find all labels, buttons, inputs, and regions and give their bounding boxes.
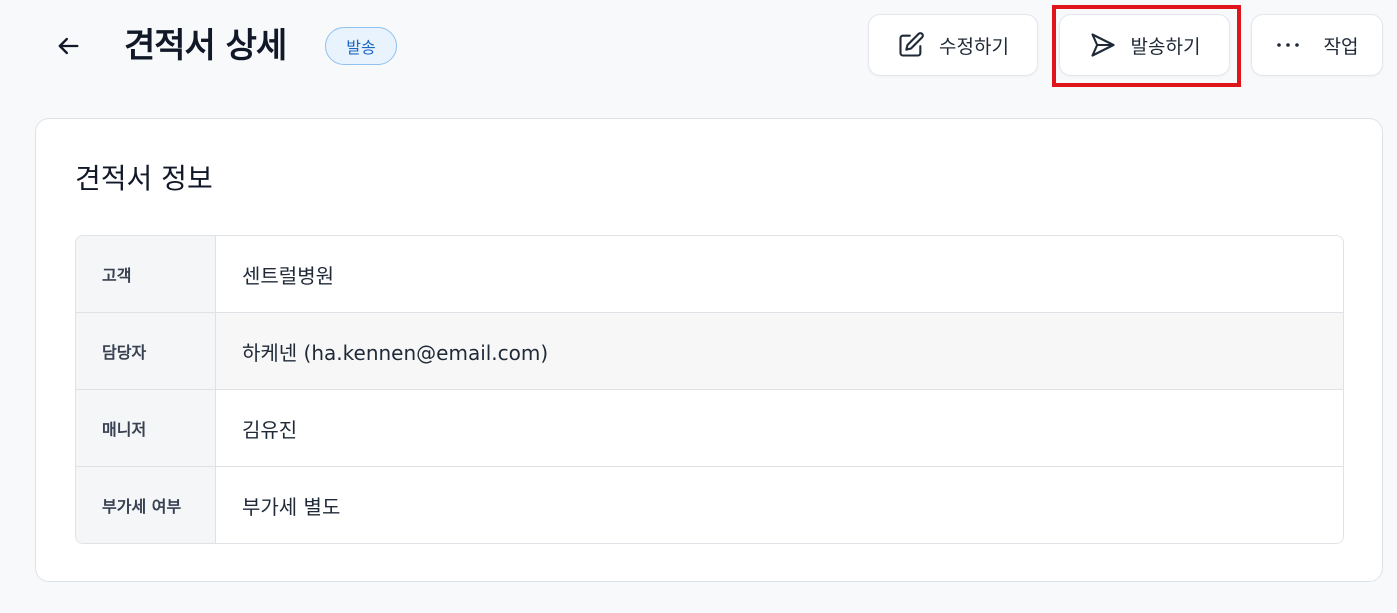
status-badge: 발송 bbox=[325, 27, 397, 65]
card-title: 견적서 정보 bbox=[75, 162, 213, 195]
arrow-left-icon bbox=[58, 37, 79, 55]
send-button-label: 발송하기 bbox=[1130, 35, 1201, 58]
row-value: 하케넨 (ha.kennen@email.com) bbox=[216, 313, 1343, 389]
pencil-icon bbox=[899, 32, 924, 57]
actions-button[interactable]: 작업 bbox=[1251, 14, 1383, 76]
row-label: 부가세 여부 bbox=[76, 467, 216, 543]
back-button[interactable] bbox=[50, 28, 86, 64]
row-label: 고객 bbox=[76, 236, 216, 312]
page-title: 견적서 상세 bbox=[124, 26, 287, 66]
actions-button-label: 작업 bbox=[1323, 35, 1359, 58]
edit-button[interactable]: 수정하기 bbox=[868, 14, 1038, 76]
info-table: 고객 센트럴병원 담당자 하케넨 (ha.kennen@email.com) 매… bbox=[75, 235, 1344, 544]
row-value: 부가세 별도 bbox=[216, 467, 1343, 543]
table-row: 부가세 여부 부가세 별도 bbox=[76, 466, 1343, 543]
table-row: 고객 센트럴병원 bbox=[76, 236, 1343, 312]
edit-button-label: 수정하기 bbox=[939, 35, 1009, 58]
ellipsis-icon bbox=[1276, 43, 1299, 47]
row-label: 매니저 bbox=[76, 390, 216, 466]
row-value: 김유진 bbox=[216, 390, 1343, 466]
table-row: 담당자 하케넨 (ha.kennen@email.com) bbox=[76, 312, 1343, 389]
send-icon bbox=[1090, 33, 1115, 57]
send-button[interactable]: 발송하기 bbox=[1059, 14, 1230, 76]
row-value: 센트럴병원 bbox=[216, 236, 1343, 312]
table-row: 매니저 김유진 bbox=[76, 389, 1343, 466]
row-label: 담당자 bbox=[76, 313, 216, 389]
page-header: 견적서 상세 발송 수정하기 발송하기 작업 bbox=[0, 0, 1397, 96]
quote-info-card: 견적서 정보 고객 센트럴병원 담당자 하케넨 (ha.kennen@email… bbox=[35, 118, 1383, 582]
